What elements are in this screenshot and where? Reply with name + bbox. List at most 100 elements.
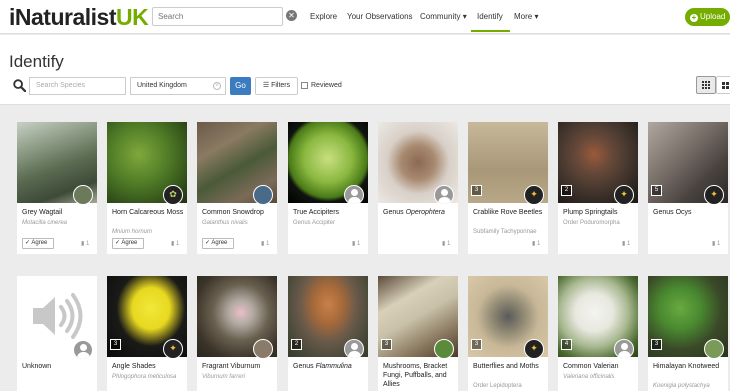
scientific-name: Genus Accipiter: [293, 220, 336, 226]
common-name[interactable]: Angle Shades: [112, 362, 186, 371]
scientific-name: Koenigia polystachya: [653, 383, 710, 389]
reviewed-checkbox[interactable]: [301, 82, 308, 89]
observation-card[interactable]: 5 ✦ Genus Ocys ▮ 1: [648, 122, 728, 254]
filters-button[interactable]: ☰ Filters: [255, 77, 298, 95]
observation-card[interactable]: 3 Himalayan Knotweed Koenigia polystachy…: [648, 276, 728, 391]
observation-card[interactable]: 2 Genus Flammulina: [288, 276, 368, 391]
observation-card[interactable]: 4 Common Valerian Valeriana officinalis: [558, 276, 638, 391]
common-name[interactable]: Common Valerian: [563, 362, 637, 371]
upload-button[interactable]: + Upload: [685, 8, 730, 26]
observation-card[interactable]: True Accipiters Genus Accipiter ▮ 1: [288, 122, 368, 254]
nav-explore[interactable]: Explore: [310, 12, 337, 21]
comment-count-value: 1: [85, 241, 90, 247]
comment-count-value: 1: [265, 241, 270, 247]
user-avatar[interactable]: [704, 339, 724, 359]
common-name[interactable]: Butterflies and Moths: [473, 362, 547, 371]
observation-card[interactable]: Fragrant Viburnum Viburnum farreri: [197, 276, 277, 391]
place-value: United Kingdom: [137, 82, 187, 89]
agree-button[interactable]: ✓ Agree: [202, 238, 234, 249]
common-name[interactable]: Common Snowdrop: [202, 208, 276, 217]
common-name[interactable]: Grey Wagtail: [22, 208, 96, 217]
comment-count-value: 1: [626, 241, 631, 247]
nav-community[interactable]: Community ▾: [420, 12, 467, 21]
top-navbar: iNaturalistUK ✕ Explore Your Observation…: [0, 0, 730, 34]
observation-card[interactable]: 3 ✦ Angle Shades Phlogophora meticulosa: [107, 276, 187, 391]
observation-card[interactable]: 3 ✦ Crablike Rove Beetles Subfamily Tach…: [468, 122, 548, 254]
scientific-name: Valeriana officinalis: [563, 374, 615, 380]
genus-name: Flammulina: [315, 363, 352, 370]
common-name[interactable]: Unknown: [22, 362, 96, 371]
upload-label: Upload: [700, 12, 726, 21]
common-name[interactable]: Genus Operophtera: [383, 208, 457, 217]
scientific-name: Subfamily Tachyporinae: [473, 229, 537, 235]
clear-search-icon[interactable]: ✕: [286, 10, 297, 21]
insect-icon: ✦: [614, 185, 634, 205]
common-name[interactable]: Genus Ocys: [653, 208, 727, 217]
common-name[interactable]: Plump Springtails: [563, 208, 637, 217]
photo-count-badge: 3: [471, 185, 482, 196]
inaturalist-uk-logo[interactable]: iNaturalistUK: [9, 4, 149, 30]
agree-button[interactable]: ✓ Agree: [22, 238, 54, 249]
common-name[interactable]: Mushrooms, Bracket Fungi, Puffballs, and…: [383, 362, 457, 389]
place-input[interactable]: United Kingdom ×: [130, 77, 226, 95]
photo-count-badge: 3: [110, 339, 121, 350]
common-name[interactable]: Genus Flammulina: [293, 362, 367, 371]
agree-label: Agree: [121, 240, 138, 246]
default-user-icon[interactable]: [614, 339, 634, 359]
comment-icon: ▮: [532, 241, 536, 247]
common-name[interactable]: True Accipiters: [293, 208, 367, 217]
nav-identify[interactable]: Identify: [477, 12, 503, 21]
site-search-input[interactable]: [152, 7, 283, 26]
comment-count-value: 1: [175, 241, 180, 247]
nav-your-observations[interactable]: Your Observations: [347, 12, 413, 21]
table-view-button[interactable]: [716, 76, 730, 94]
observation-card[interactable]: ✿ Horn Calcareous Moss Mnium hornum ✓ Ag…: [107, 122, 187, 254]
observation-card[interactable]: 3 ✦ Butterflies and Moths Order Lepidopt…: [468, 276, 548, 391]
comment-count-value: 1: [716, 241, 721, 247]
species-search-input[interactable]: Search Species: [29, 77, 126, 95]
agree-button[interactable]: ✓ Agree: [112, 238, 144, 249]
grid-view-button[interactable]: [696, 76, 716, 94]
insect-icon: ✦: [524, 339, 544, 359]
comment-icon: ▮: [352, 241, 356, 247]
user-avatar[interactable]: [73, 185, 93, 205]
nav-community-label: Community: [420, 12, 461, 21]
nav-more[interactable]: More ▾: [514, 12, 538, 21]
default-user-icon[interactable]: [434, 185, 454, 205]
common-name[interactable]: Himalayan Knotweed: [653, 362, 727, 371]
insect-icon: ✦: [524, 185, 544, 205]
observation-card[interactable]: Common Snowdrop Galanthus nivalis ✓ Agre…: [197, 122, 277, 254]
observation-card[interactable]: 3 Mushrooms, Bracket Fungi, Puffballs, a…: [378, 276, 458, 391]
common-name[interactable]: Fragrant Viburnum: [202, 362, 276, 371]
user-avatar[interactable]: [253, 339, 273, 359]
comment-count: ▮ 1: [171, 240, 179, 247]
user-avatar[interactable]: [434, 339, 454, 359]
insect-icon: ✦: [163, 339, 183, 359]
comment-count-value: 1: [356, 241, 361, 247]
observation-card[interactable]: Genus Operophtera ▮ 1: [378, 122, 458, 254]
reviewed-label: Reviewed: [311, 82, 342, 89]
table-icon: [722, 81, 730, 90]
comment-icon: ▮: [442, 241, 446, 247]
user-avatar[interactable]: [253, 185, 273, 205]
search-icon: [13, 79, 26, 92]
comment-count: ▮ 1: [352, 240, 360, 247]
common-name[interactable]: Crablike Rove Beetles: [473, 208, 547, 217]
observation-card[interactable]: Unknown: [17, 276, 97, 391]
agree-label: Agree: [211, 240, 228, 246]
comment-count: ▮ 1: [712, 240, 720, 247]
observation-card[interactable]: Grey Wagtail Motacilla cinerea ✓ Agree ▮…: [17, 122, 97, 254]
comment-count: ▮ 1: [442, 240, 450, 247]
clear-place-icon[interactable]: ×: [213, 82, 221, 90]
default-user-icon[interactable]: [344, 185, 364, 205]
default-user-icon[interactable]: [344, 339, 364, 359]
comment-icon: ▮: [81, 241, 85, 247]
plant-icon: ✿: [163, 185, 183, 205]
default-user-icon[interactable]: [73, 340, 93, 360]
observation-card[interactable]: 2 ✦ Plump Springtails Order Poduromorpha…: [558, 122, 638, 254]
comment-count: ▮ 1: [622, 240, 630, 247]
common-name[interactable]: Horn Calcareous Moss: [112, 208, 186, 217]
comment-count: ▮ 1: [261, 240, 269, 247]
comment-icon: ▮: [712, 241, 716, 247]
go-button[interactable]: Go: [230, 77, 251, 95]
